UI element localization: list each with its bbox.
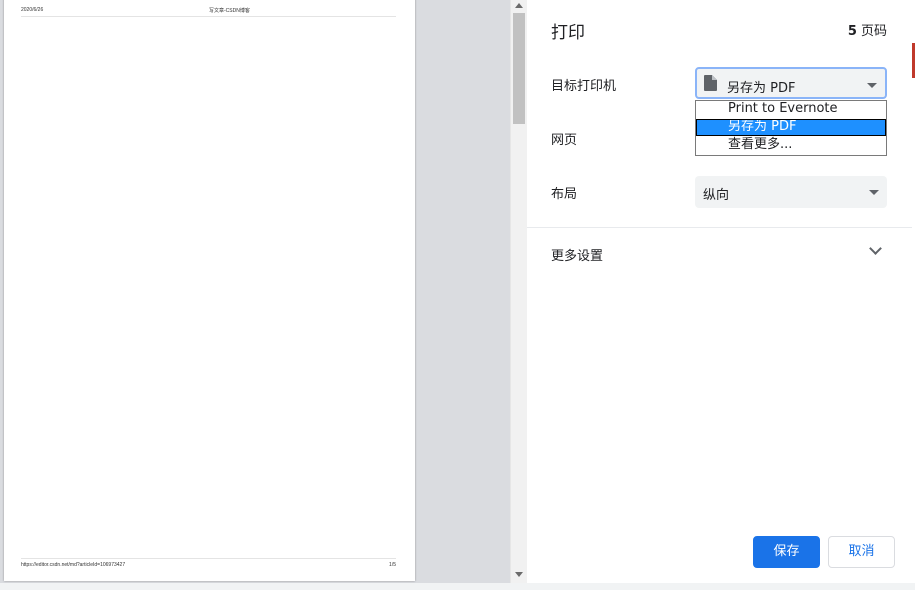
- page-count-number: 5: [847, 24, 857, 39]
- page-count-suffix: 页码: [856, 24, 887, 39]
- layout-label: 布局: [551, 187, 578, 202]
- destination-select[interactable]: 另存为 PDF: [695, 67, 887, 99]
- dialog-title: 打印: [551, 23, 585, 43]
- page-footer-url: https://editor.csdn.net/md?articleId=106…: [21, 562, 126, 568]
- destination-label: 目标打印机: [551, 79, 617, 94]
- dropdown-caret-icon: [869, 190, 879, 195]
- print-preview-area: 2020/6/26 写文章-CSDN博客 https://editor.csdn…: [0, 0, 510, 590]
- section-divider: [527, 227, 912, 228]
- page-header-title: 写文章-CSDN博客: [209, 8, 250, 14]
- page-header-rule: [21, 16, 396, 17]
- dropdown-caret-icon: [867, 83, 877, 88]
- cancel-button[interactable]: 取消: [828, 536, 895, 568]
- page-count: 5 页码: [848, 20, 887, 39]
- more-settings-toggle[interactable]: 更多设置: [551, 245, 603, 264]
- scroll-up-arrow-icon[interactable]: [515, 3, 523, 8]
- dropdown-option-save-as-pdf[interactable]: 另存为 PDF: [696, 119, 886, 136]
- destination-dropdown-list[interactable]: Print to Evernote 另存为 PDF 查看更多...: [695, 100, 887, 156]
- preview-page: 2020/6/26 写文章-CSDN博客 https://editor.csdn…: [4, 0, 415, 581]
- layout-select[interactable]: 纵向: [695, 176, 887, 208]
- print-settings-panel: 打印 5 页码 目标打印机 另存为 PDF 网页 布局 纵向 更多设置: [527, 0, 912, 583]
- page-footer-rule: [21, 558, 396, 559]
- pages-label: 网页: [551, 133, 578, 148]
- file-icon: [704, 75, 717, 91]
- dropdown-option-see-more[interactable]: 查看更多...: [696, 137, 886, 154]
- destination-value: 另存为 PDF: [727, 81, 796, 96]
- layout-value: 纵向: [703, 188, 730, 203]
- preview-scrollbar[interactable]: [510, 0, 527, 583]
- save-button[interactable]: 保存: [753, 536, 820, 568]
- scroll-down-arrow-icon[interactable]: [515, 572, 523, 577]
- bottom-bar: [0, 583, 915, 590]
- page-footer-number: 1/5: [389, 562, 396, 568]
- scroll-thumb[interactable]: [513, 13, 525, 124]
- dropdown-option-evernote[interactable]: Print to Evernote: [696, 101, 886, 118]
- page-header-date: 2020/6/26: [21, 7, 44, 13]
- chevron-down-icon[interactable]: [869, 242, 882, 255]
